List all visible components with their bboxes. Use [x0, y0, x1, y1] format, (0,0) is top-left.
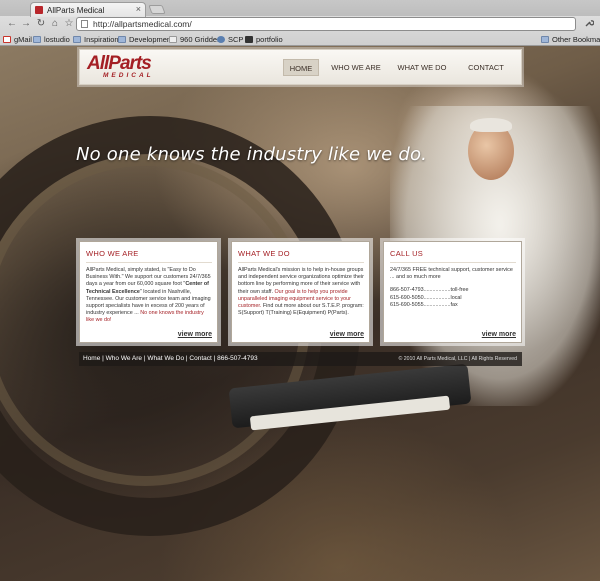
close-icon[interactable]: ×: [136, 4, 141, 14]
page-icon: [81, 20, 88, 28]
who-we-are-box: WHO WE ARE AllParts Medical, simply stat…: [79, 241, 218, 343]
tab-title: AllParts Medical: [47, 6, 105, 15]
view-more-link[interactable]: view more: [330, 331, 364, 338]
box-text: AllParts Medical, simply stated, is "Eas…: [86, 267, 211, 324]
what-we-do-box: WHAT WE DO AllParts Medical's mission is…: [231, 241, 370, 343]
phone-fax: 615-690-5055..................fax: [390, 301, 458, 308]
footer-link-what-we-do[interactable]: What We Do: [147, 355, 184, 362]
bookmark-star-icon[interactable]: ☆: [63, 18, 75, 30]
other-bookmarks[interactable]: Other Bookmarks: [541, 35, 600, 45]
url-text: http://allpartsmedical.com/: [93, 19, 192, 29]
nav-who-we-are[interactable]: WHO WE ARE: [329, 59, 383, 76]
nav-contact[interactable]: CONTACT: [463, 59, 509, 76]
folder-icon: [541, 36, 549, 43]
bookmark-gmail[interactable]: gMail: [3, 35, 32, 45]
box-title: WHO WE ARE: [86, 249, 212, 263]
footer-copyright: © 2010 All Parts Medical, LLC | All Righ…: [398, 356, 517, 362]
site-logo[interactable]: AllParts MEDICAL: [87, 53, 169, 81]
tab-strip: AllParts Medical ×: [0, 0, 600, 17]
nav-what-we-do[interactable]: WHAT WE DO: [395, 59, 449, 76]
phone-tollfree: 866-507-4793..................toll-free: [390, 287, 469, 294]
wrench-icon[interactable]: [583, 18, 595, 30]
footer-links: Home | Who We Are | What We Do | Contact…: [83, 355, 258, 362]
technician-hair-image: [470, 118, 512, 132]
page-icon: [245, 36, 253, 43]
bookmark-portfolio[interactable]: portfolio: [245, 35, 283, 45]
bookmark-scp[interactable]: SCP: [217, 35, 243, 45]
home-icon[interactable]: ⌂: [49, 18, 61, 30]
view-more-link[interactable]: view more: [178, 331, 212, 338]
back-arrow-icon[interactable]: ←: [6, 18, 18, 30]
site-footer: Home | Who We Are | What We Do | Contact…: [79, 352, 522, 366]
bookmarks-bar: gMail lostudio Inspiration Development 9…: [0, 33, 600, 46]
folder-icon: [33, 36, 41, 43]
reload-icon[interactable]: ↻: [35, 18, 47, 30]
browser-chrome: AllParts Medical × ← → ↻ ⌂ ☆ http://allp…: [0, 0, 600, 46]
page-icon: [169, 36, 177, 43]
footer-link-home[interactable]: Home: [83, 355, 100, 362]
footer-link-contact[interactable]: Contact: [189, 355, 211, 362]
forward-arrow-icon[interactable]: →: [20, 18, 32, 30]
bookmark-960-gridder[interactable]: 960 Gridder: [169, 35, 220, 45]
main-nav: HOME WHO WE ARE WHAT WE DO CONTACT: [283, 59, 513, 77]
gear-icon: [217, 36, 225, 43]
address-bar[interactable]: http://allpartsmedical.com/: [76, 17, 576, 31]
bookmark-inspiration[interactable]: Inspiration: [73, 35, 119, 45]
logo-subtitle: MEDICAL: [103, 72, 154, 79]
browser-toolbar: ← → ↻ ⌂ ☆ http://allpartsmedical.com/: [0, 16, 600, 33]
hero-tagline: No one knows the industry like we do.: [76, 144, 428, 165]
folder-icon: [118, 36, 126, 43]
footer-link-who-we-are[interactable]: Who We Are: [106, 355, 142, 362]
bookmark-development[interactable]: Development: [118, 35, 173, 45]
call-us-box: CALL US 24/7/365 FREE technical support,…: [383, 241, 522, 343]
box-text: 24/7/365 FREE technical support, custome…: [390, 267, 516, 309]
nav-home[interactable]: HOME: [283, 59, 319, 76]
box-title: CALL US: [390, 249, 516, 263]
box-text: AllParts Medical's mission is to help in…: [238, 267, 364, 317]
box-title: WHAT WE DO: [238, 249, 364, 263]
bookmark-lostudio[interactable]: lostudio: [33, 35, 70, 45]
view-more-link[interactable]: view more: [482, 331, 516, 338]
gmail-icon: [3, 36, 11, 43]
favicon-icon: [35, 6, 43, 14]
site-header: AllParts MEDICAL HOME WHO WE ARE WHAT WE…: [79, 49, 522, 85]
footer-phone: 866-507-4793: [217, 355, 258, 362]
new-tab-button[interactable]: [148, 5, 166, 14]
phone-local: 615-690-5050..................local: [390, 294, 462, 301]
browser-tab[interactable]: AllParts Medical ×: [30, 2, 146, 17]
folder-icon: [73, 36, 81, 43]
